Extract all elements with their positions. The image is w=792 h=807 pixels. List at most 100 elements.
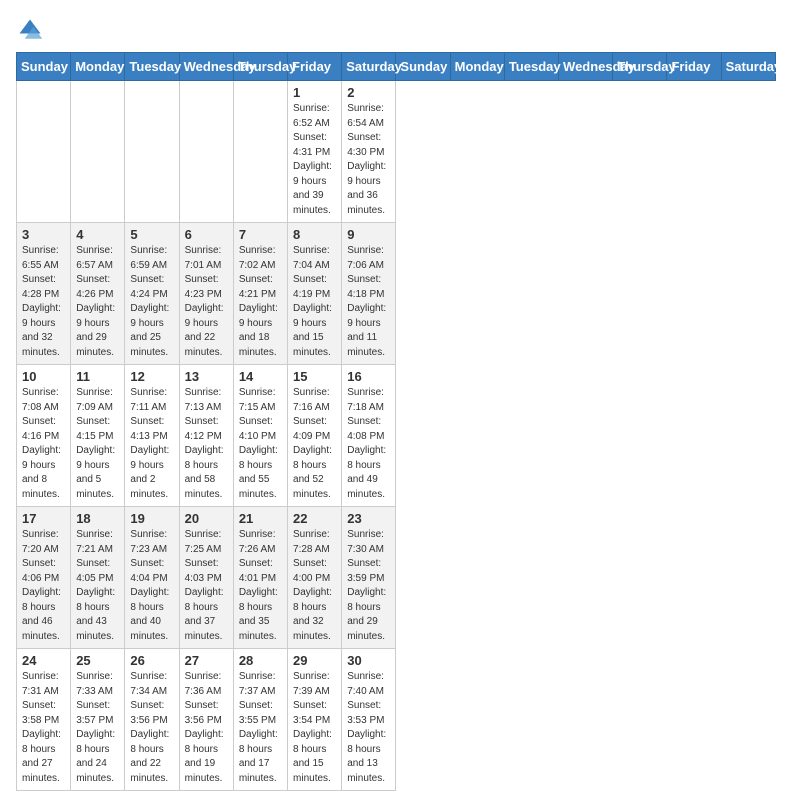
calendar-cell: 5Sunrise: 6:59 AM Sunset: 4:24 PM Daylig… (125, 223, 179, 365)
day-info: Sunrise: 7:16 AM Sunset: 4:09 PM Dayligh… (293, 386, 336, 502)
header-wednesday: Wednesday (559, 53, 613, 81)
day-number: 6 (185, 227, 228, 242)
header-monday: Monday (450, 53, 504, 81)
day-info: Sunrise: 7:36 AM Sunset: 3:56 PM Dayligh… (185, 670, 228, 786)
day-number: 29 (293, 653, 336, 668)
calendar-cell: 29Sunrise: 7:39 AM Sunset: 3:54 PM Dayli… (288, 649, 342, 791)
calendar-cell: 13 Sunrise: 7:13 AM Sunset: 4:12 PM Dayli… (179, 365, 233, 507)
calendar-cell: 6 Sunrise: 7:01 AM Sunset: 4:23 PM Daylig… (179, 223, 233, 365)
day-number: 22 (293, 511, 336, 526)
header-friday: Friday (288, 53, 342, 81)
header-thursday: Thursday (613, 53, 667, 81)
calendar-cell: 16Sunrise: 7:18 AM Sunset: 4:08 PM Dayli… (342, 365, 396, 507)
day-number: 24 (22, 653, 65, 668)
day-info: Sunrise: 6:55 AM Sunset: 4:28 PM Dayligh… (22, 244, 65, 360)
day-info: Sunrise: 7:02 AM Sunset: 4:21 PM Dayligh… (239, 244, 282, 360)
calendar-cell: 25 Sunrise: 7:33 AM Sunset: 3:57 PM Dayli… (71, 649, 125, 791)
day-info: Sunrise: 7:34 AM Sunset: 3:56 PM Dayligh… (130, 670, 173, 786)
logo-icon (16, 16, 44, 44)
day-number: 2 (347, 85, 390, 100)
calendar-cell: 14 Sunrise: 7:15 AM Sunset: 4:10 PM Dayli… (233, 365, 287, 507)
day-number: 9 (347, 227, 390, 242)
calendar-cell: 12Sunrise: 7:11 AM Sunset: 4:13 PM Dayli… (125, 365, 179, 507)
header-monday: Monday (71, 53, 125, 81)
calendar-cell: 3 Sunrise: 6:55 AM Sunset: 4:28 PM Daylig… (17, 223, 71, 365)
day-info: Sunrise: 7:40 AM Sunset: 3:53 PM Dayligh… (347, 670, 390, 786)
calendar-cell (17, 81, 71, 223)
week-row-0: 1 Sunrise: 6:52 AM Sunset: 4:31 PM Daylig… (17, 81, 776, 223)
calendar-cell: 17 Sunrise: 7:20 AM Sunset: 4:06 PM Dayli… (17, 507, 71, 649)
calendar-cell: 4 Sunrise: 6:57 AM Sunset: 4:26 PM Daylig… (71, 223, 125, 365)
page-header (16, 16, 776, 44)
day-info: Sunrise: 7:31 AM Sunset: 3:58 PM Dayligh… (22, 670, 65, 786)
calendar-table: SundayMondayTuesdayWednesdayThursdayFrid… (16, 52, 776, 791)
calendar-cell: 9 Sunrise: 7:06 AM Sunset: 4:18 PM Daylig… (342, 223, 396, 365)
day-number: 13 (185, 369, 228, 384)
day-info: Sunrise: 7:26 AM Sunset: 4:01 PM Dayligh… (239, 528, 282, 644)
week-row-4: 24 Sunrise: 7:31 AM Sunset: 3:58 PM Dayli… (17, 649, 776, 791)
day-info: Sunrise: 7:06 AM Sunset: 4:18 PM Dayligh… (347, 244, 390, 360)
day-number: 3 (22, 227, 65, 242)
logo (16, 16, 48, 44)
day-number: 30 (347, 653, 390, 668)
day-number: 15 (293, 369, 336, 384)
day-info: Sunrise: 7:33 AM Sunset: 3:57 PM Dayligh… (76, 670, 119, 786)
header-sunday: Sunday (396, 53, 450, 81)
day-number: 25 (76, 653, 119, 668)
day-number: 19 (130, 511, 173, 526)
day-info: Sunrise: 6:52 AM Sunset: 4:31 PM Dayligh… (293, 102, 336, 218)
day-number: 12 (130, 369, 173, 384)
header-sunday: Sunday (17, 53, 71, 81)
calendar-cell: 28 Sunrise: 7:37 AM Sunset: 3:55 PM Dayli… (233, 649, 287, 791)
day-info: Sunrise: 7:13 AM Sunset: 4:12 PM Dayligh… (185, 386, 228, 502)
day-number: 18 (76, 511, 119, 526)
day-number: 17 (22, 511, 65, 526)
calendar-cell: 18 Sunrise: 7:21 AM Sunset: 4:05 PM Dayli… (71, 507, 125, 649)
week-row-2: 10 Sunrise: 7:08 AM Sunset: 4:16 PM Dayli… (17, 365, 776, 507)
calendar-cell: 21 Sunrise: 7:26 AM Sunset: 4:01 PM Dayli… (233, 507, 287, 649)
day-number: 7 (239, 227, 282, 242)
day-number: 10 (22, 369, 65, 384)
day-info: Sunrise: 6:59 AM Sunset: 4:24 PM Dayligh… (130, 244, 173, 360)
calendar-cell: 11Sunrise: 7:09 AM Sunset: 4:15 PM Dayli… (71, 365, 125, 507)
day-info: Sunrise: 7:21 AM Sunset: 4:05 PM Dayligh… (76, 528, 119, 644)
calendar-cell (233, 81, 287, 223)
calendar-cell: 30 Sunrise: 7:40 AM Sunset: 3:53 PM Dayli… (342, 649, 396, 791)
day-number: 27 (185, 653, 228, 668)
calendar-cell: 8 Sunrise: 7:04 AM Sunset: 4:19 PM Daylig… (288, 223, 342, 365)
day-number: 16 (347, 369, 390, 384)
day-info: Sunrise: 7:01 AM Sunset: 4:23 PM Dayligh… (185, 244, 228, 360)
calendar-cell (179, 81, 233, 223)
day-info: Sunrise: 7:23 AM Sunset: 4:04 PM Dayligh… (130, 528, 173, 644)
day-number: 28 (239, 653, 282, 668)
day-info: Sunrise: 7:04 AM Sunset: 4:19 PM Dayligh… (293, 244, 336, 360)
calendar-cell: 7 Sunrise: 7:02 AM Sunset: 4:21 PM Daylig… (233, 223, 287, 365)
day-info: Sunrise: 7:08 AM Sunset: 4:16 PM Dayligh… (22, 386, 65, 502)
day-info: Sunrise: 7:15 AM Sunset: 4:10 PM Dayligh… (239, 386, 282, 502)
day-number: 23 (347, 511, 390, 526)
day-number: 1 (293, 85, 336, 100)
day-number: 21 (239, 511, 282, 526)
day-info: Sunrise: 7:28 AM Sunset: 4:00 PM Dayligh… (293, 528, 336, 644)
header-tuesday: Tuesday (125, 53, 179, 81)
day-info: Sunrise: 7:30 AM Sunset: 3:59 PM Dayligh… (347, 528, 390, 644)
header-saturday: Saturday (721, 53, 775, 81)
calendar-cell: 27 Sunrise: 7:36 AM Sunset: 3:56 PM Dayli… (179, 649, 233, 791)
calendar-cell: 26Sunrise: 7:34 AM Sunset: 3:56 PM Dayli… (125, 649, 179, 791)
day-info: Sunrise: 7:20 AM Sunset: 4:06 PM Dayligh… (22, 528, 65, 644)
day-info: Sunrise: 7:37 AM Sunset: 3:55 PM Dayligh… (239, 670, 282, 786)
day-info: Sunrise: 7:25 AM Sunset: 4:03 PM Dayligh… (185, 528, 228, 644)
calendar-cell: 20Sunrise: 7:25 AM Sunset: 4:03 PM Dayli… (179, 507, 233, 649)
header-friday: Friday (667, 53, 721, 81)
day-number: 11 (76, 369, 119, 384)
calendar-cell: 23 Sunrise: 7:30 AM Sunset: 3:59 PM Dayli… (342, 507, 396, 649)
day-info: Sunrise: 6:57 AM Sunset: 4:26 PM Dayligh… (76, 244, 119, 360)
week-row-1: 3 Sunrise: 6:55 AM Sunset: 4:28 PM Daylig… (17, 223, 776, 365)
calendar-cell: 22 Sunrise: 7:28 AM Sunset: 4:00 PM Dayli… (288, 507, 342, 649)
header-saturday: Saturday (342, 53, 396, 81)
day-number: 4 (76, 227, 119, 242)
day-number: 14 (239, 369, 282, 384)
calendar-cell (71, 81, 125, 223)
day-number: 8 (293, 227, 336, 242)
header-wednesday: Wednesday (179, 53, 233, 81)
